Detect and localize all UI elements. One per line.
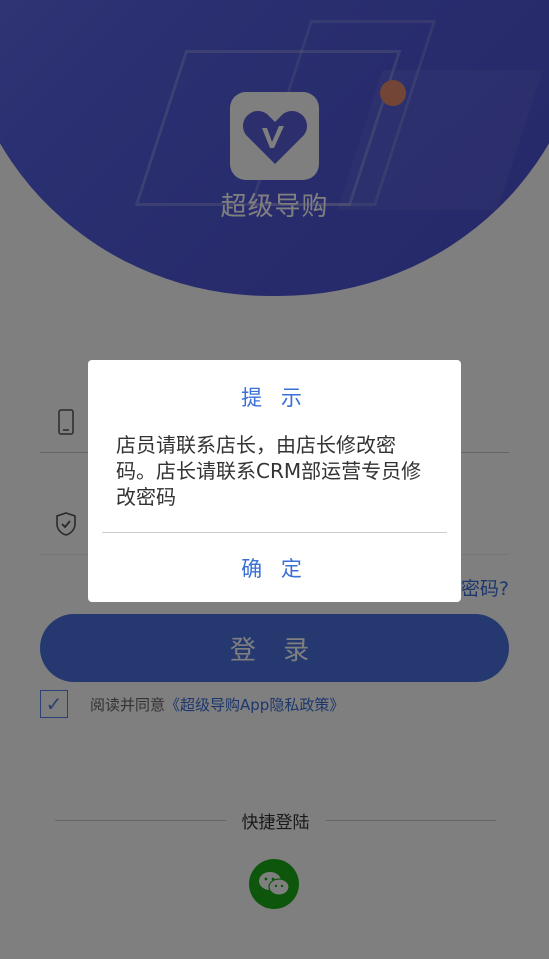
login-screen: 超级导购 密码? 登 录 ✓ 阅读并同意 《超级导购App隐私政策》 快捷登陆 bbox=[0, 0, 549, 959]
dialog-message: 店员请联系店长，由店长修改密码。店长请联系CRM部运营专员修改密码 bbox=[116, 433, 422, 509]
dialog-title: 提 示 bbox=[241, 386, 308, 410]
dialog-divider bbox=[102, 532, 447, 533]
confirm-button[interactable]: 确 定 bbox=[88, 534, 461, 602]
alert-dialog: 提 示 店员请联系店长，由店长修改密码。店长请联系CRM部运营专员修改密码 确 … bbox=[88, 360, 461, 602]
